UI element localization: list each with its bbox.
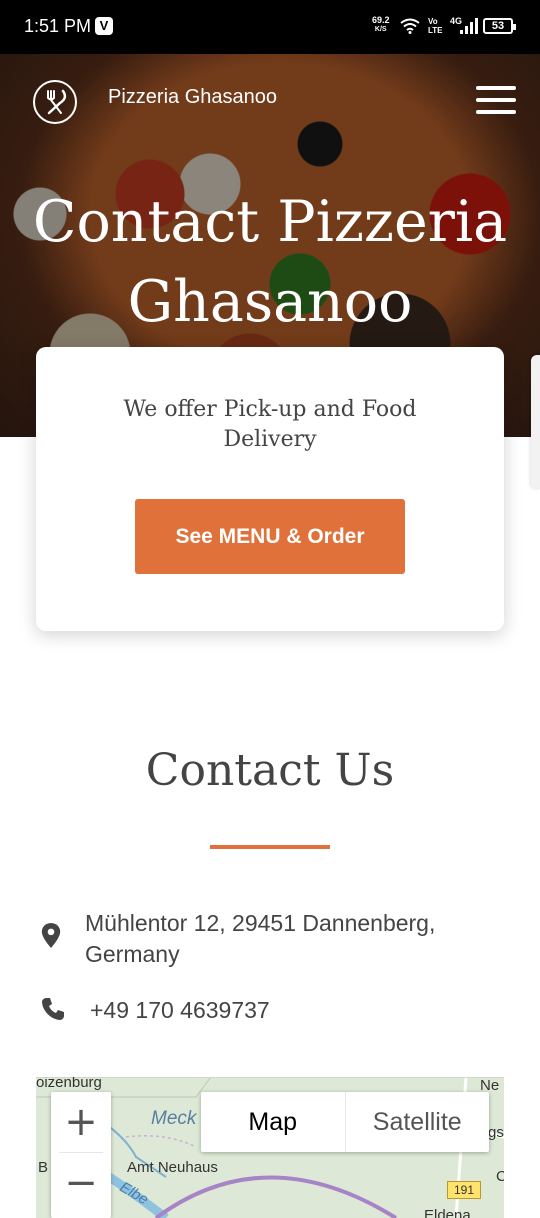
net-speed-unit: K/S (374, 26, 387, 33)
zoom-out-button[interactable]: − (51, 1153, 111, 1213)
road-number-badge: 191 (447, 1181, 481, 1199)
location-pin-icon (41, 923, 61, 948)
side-drawer-handle[interactable] (531, 355, 540, 489)
order-card-text: We offer Pick-up and Food Delivery (123, 397, 417, 452)
volte-top: Vo (428, 17, 438, 26)
zoom-in-button[interactable]: + (51, 1092, 111, 1152)
page-title-line-2: Ghasanoo (127, 269, 413, 335)
status-time: 1:51 PM (24, 16, 92, 36)
brand-name[interactable]: Pizzeria Ghasanoo (108, 86, 277, 109)
network-speed: 69.2 K/S (372, 16, 390, 34)
page-title-line-1: Contact Pizzeria (32, 189, 508, 255)
map-zoom-control: + − (51, 1092, 111, 1218)
status-bar: 1:51 PM V 69.2 K/S Vo LTE 4G 53 (0, 0, 540, 54)
phone-icon (42, 998, 64, 1020)
map-label-eldena: Eldena (424, 1207, 471, 1218)
contact-heading: Contact Us (145, 745, 395, 796)
net-speed-value: 69.2 (372, 15, 390, 25)
map-embed[interactable]: oizenburg Meck B Amt Neuhaus Elbe Ne gs … (36, 1077, 504, 1218)
map-label-meck: Meck (151, 1108, 197, 1129)
page-title: Contact Pizzeria Ghasanoo (0, 182, 540, 342)
order-card: We offer Pick-up and Food Delivery See M… (36, 347, 504, 631)
volte-bottom: LTE (428, 26, 443, 35)
map-label-amt-neuhaus: Amt Neuhaus (127, 1159, 218, 1176)
heading-divider (210, 845, 330, 849)
volte-indicator: Vo LTE (428, 17, 443, 35)
signal-icon (460, 18, 478, 34)
see-menu-order-button[interactable]: See MENU & Order (135, 499, 405, 574)
address-text[interactable]: Mühlentor 12, 29451 Dannenberg, Germany (85, 908, 505, 970)
battery-icon: 53 (483, 18, 516, 34)
hamburger-menu-icon[interactable] (476, 86, 516, 114)
map-label-b: B (38, 1159, 49, 1176)
map-label-boizenburg: oizenburg (36, 1077, 102, 1091)
restaurant-logo-icon[interactable] (33, 80, 77, 124)
wifi-icon (400, 18, 420, 34)
map-type-toggle: Map Satellite (201, 1092, 489, 1152)
vpn-icon: V (95, 17, 113, 35)
satellite-tab[interactable]: Satellite (346, 1092, 490, 1152)
map-label-gs: gs (488, 1124, 504, 1141)
map-label-c: C (496, 1168, 504, 1185)
map-tab[interactable]: Map (201, 1092, 346, 1152)
phone-number[interactable]: +49 170 4639737 (90, 995, 510, 1026)
